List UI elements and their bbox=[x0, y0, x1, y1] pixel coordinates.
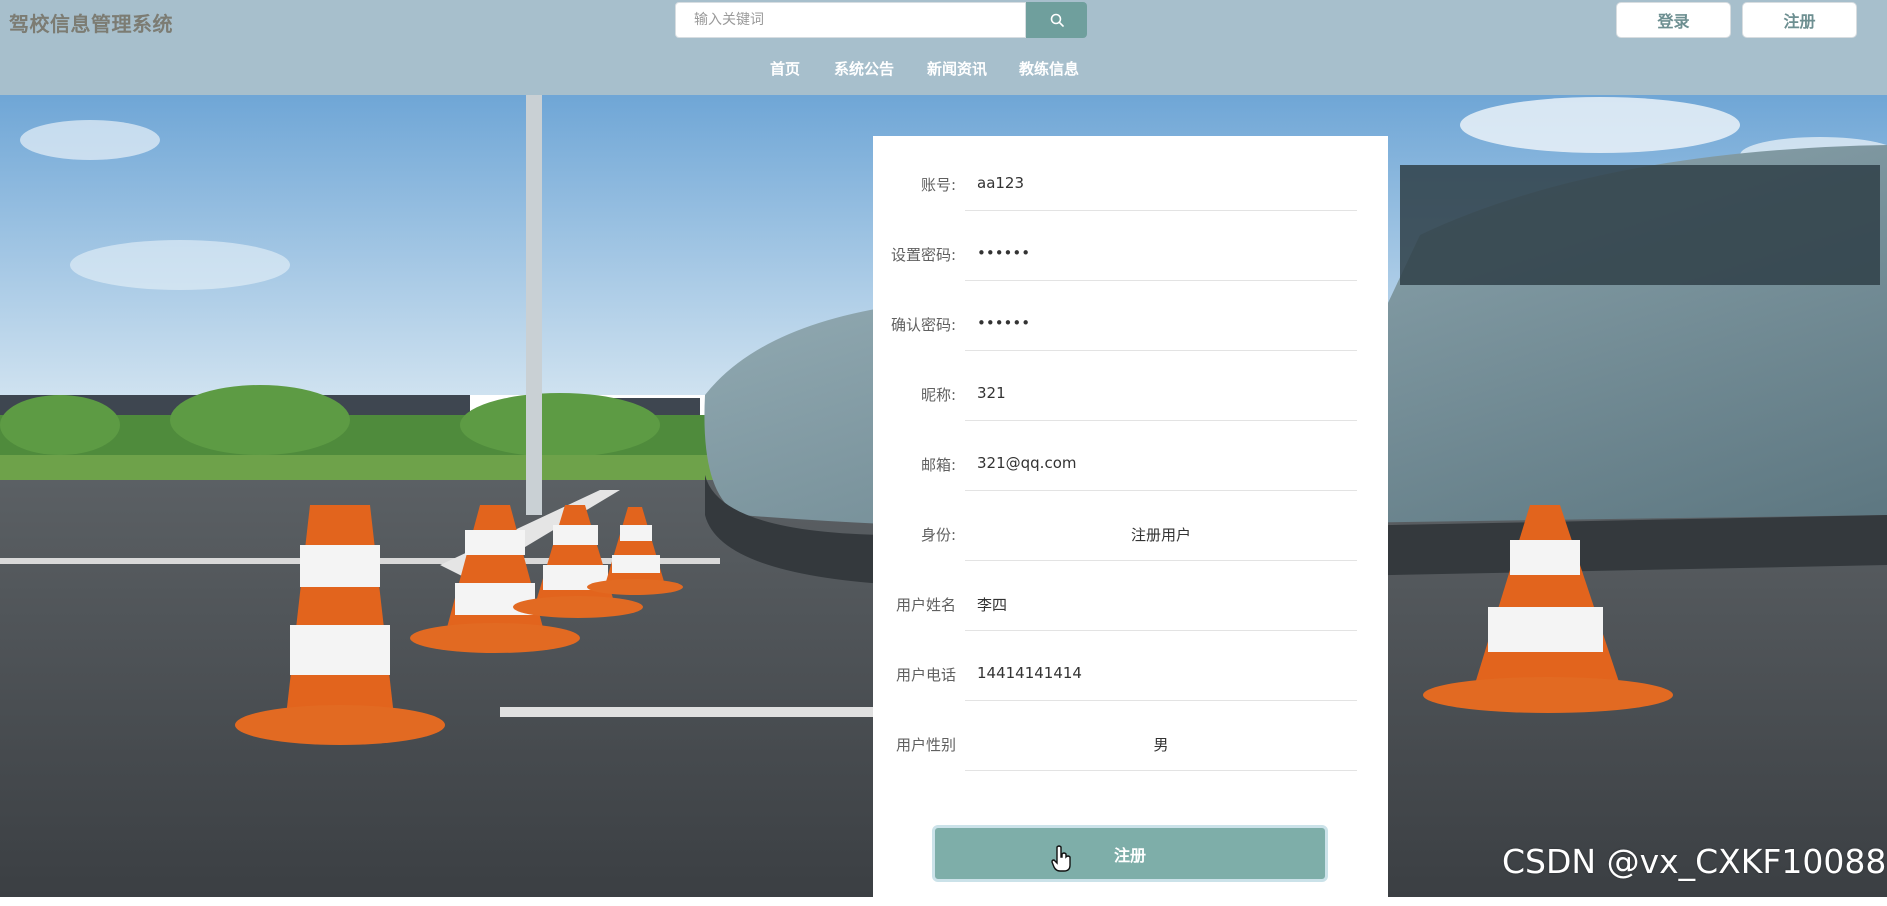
search-bar bbox=[675, 2, 1087, 38]
submit-register-button[interactable]: 注册 bbox=[932, 825, 1328, 882]
password-label: 设置密码: bbox=[890, 246, 956, 264]
role-value: 注册用户 bbox=[1130, 526, 1191, 544]
search-button[interactable] bbox=[1026, 2, 1087, 38]
nickname-input[interactable] bbox=[965, 368, 1357, 421]
hand-cursor-icon bbox=[1051, 845, 1071, 872]
register-form: 账号: aa123 设置密码: •••••• 确认密码: •••••• 昵称: … bbox=[873, 136, 1388, 906]
user-gender-value: 男 bbox=[1153, 736, 1169, 754]
nickname-label: 昵称: bbox=[920, 386, 956, 404]
confirm-password-label: 确认密码: bbox=[890, 316, 956, 334]
form-row-role: 身份: 注册用户 bbox=[873, 506, 1388, 576]
form-row-password: 设置密码: •••••• bbox=[873, 226, 1388, 296]
email-label: 邮箱: bbox=[920, 456, 956, 474]
nav-item-home[interactable]: 首页 bbox=[770, 58, 800, 79]
login-button[interactable]: 登录 bbox=[1616, 2, 1731, 38]
top-header: 驾校信息管理系统 登录 注册 首页 系统公告 新闻资讯 教练信息 bbox=[0, 0, 1887, 95]
user-phone-label: 用户电话 bbox=[895, 666, 956, 684]
user-name-input[interactable] bbox=[965, 578, 1357, 631]
email-value: 321@qq.com bbox=[977, 454, 1077, 472]
nav-item-coaches[interactable]: 教练信息 bbox=[1019, 58, 1079, 79]
search-icon bbox=[1050, 13, 1064, 27]
search-input[interactable] bbox=[675, 2, 1026, 38]
user-name-value: 李四 bbox=[977, 596, 1008, 614]
form-row-account: 账号: aa123 bbox=[873, 156, 1388, 226]
register-button[interactable]: 注册 bbox=[1742, 2, 1857, 38]
nav-item-news[interactable]: 新闻资讯 bbox=[927, 58, 987, 79]
nickname-value: 321 bbox=[977, 384, 1006, 402]
password-value: •••••• bbox=[977, 244, 1031, 262]
confirm-password-value: •••••• bbox=[977, 314, 1031, 332]
form-row-user-gender: 用户性别 男 bbox=[873, 716, 1388, 786]
site-title: 驾校信息管理系统 bbox=[9, 12, 173, 36]
user-gender-label: 用户性别 bbox=[895, 736, 956, 754]
nav-item-announcements[interactable]: 系统公告 bbox=[834, 58, 894, 79]
form-row-confirm-password: 确认密码: •••••• bbox=[873, 296, 1388, 366]
form-row-user-name: 用户姓名 李四 bbox=[873, 576, 1388, 646]
form-row-nickname: 昵称: 321 bbox=[873, 366, 1388, 436]
account-value: aa123 bbox=[977, 174, 1025, 192]
watermark: CSDN @vx_CXKF10088 bbox=[1502, 842, 1887, 881]
role-label: 身份: bbox=[920, 526, 956, 544]
form-row-user-phone: 用户电话 14414141414 bbox=[873, 646, 1388, 716]
form-row-email: 邮箱: 321@qq.com bbox=[873, 436, 1388, 506]
account-label: 账号: bbox=[920, 176, 956, 194]
user-name-label: 用户姓名 bbox=[895, 596, 956, 614]
user-phone-value: 14414141414 bbox=[977, 664, 1082, 682]
